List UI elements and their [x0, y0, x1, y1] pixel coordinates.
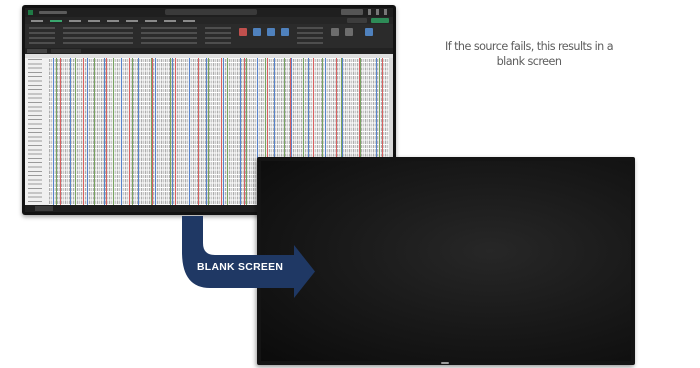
caption-line-2: blank screen: [496, 54, 562, 68]
menu-tab: [31, 19, 43, 22]
spreadsheet-app-icon: [28, 10, 33, 15]
menu-tab: [88, 19, 100, 22]
menu-tab: [183, 19, 195, 22]
format-table-icon: [253, 28, 261, 36]
search-box: [165, 9, 257, 15]
fx-field: [51, 49, 81, 53]
sort-filter-icon: [331, 28, 339, 36]
name-box: [27, 49, 47, 53]
conditional-format-icon: [239, 28, 247, 36]
sheet-tab: [35, 206, 53, 211]
window-titlebar: [25, 8, 393, 17]
menu-tab: [69, 19, 81, 22]
user-chip: [341, 9, 363, 15]
share-button: [371, 18, 389, 23]
ribbon-group-cells: [297, 27, 323, 44]
insert-cells-icon: [281, 28, 289, 36]
analyze-data-icon: [365, 28, 373, 36]
ribbon-tabs: [25, 17, 393, 24]
menu-tab: [107, 19, 119, 22]
menu-tab-home: [50, 19, 62, 22]
ribbon-group-number: [205, 27, 231, 44]
ribbon-group-clipboard: [29, 27, 55, 44]
arrow-label: BLANK SCREEN: [197, 262, 284, 273]
blank-display: [257, 157, 635, 365]
ribbon-group-font: [63, 27, 133, 44]
caption-text: If the source fails, this results in a b…: [412, 40, 646, 69]
menu-tab: [145, 19, 157, 22]
window-title: [39, 11, 67, 14]
display-logo: [441, 362, 449, 364]
cell-styles-icon: [267, 28, 275, 36]
menu-tab: [126, 19, 138, 22]
find-select-icon: [345, 28, 353, 36]
comments-button: [347, 18, 367, 23]
caption-line-1: If the source fails, this results in a: [444, 40, 614, 53]
window-controls: [368, 9, 390, 15]
ribbon-toolbar: [25, 24, 393, 49]
menu-tab: [164, 19, 176, 22]
ribbon-group-alignment: [141, 27, 197, 44]
blank-screen: [261, 161, 631, 361]
row-headers: [25, 58, 49, 205]
